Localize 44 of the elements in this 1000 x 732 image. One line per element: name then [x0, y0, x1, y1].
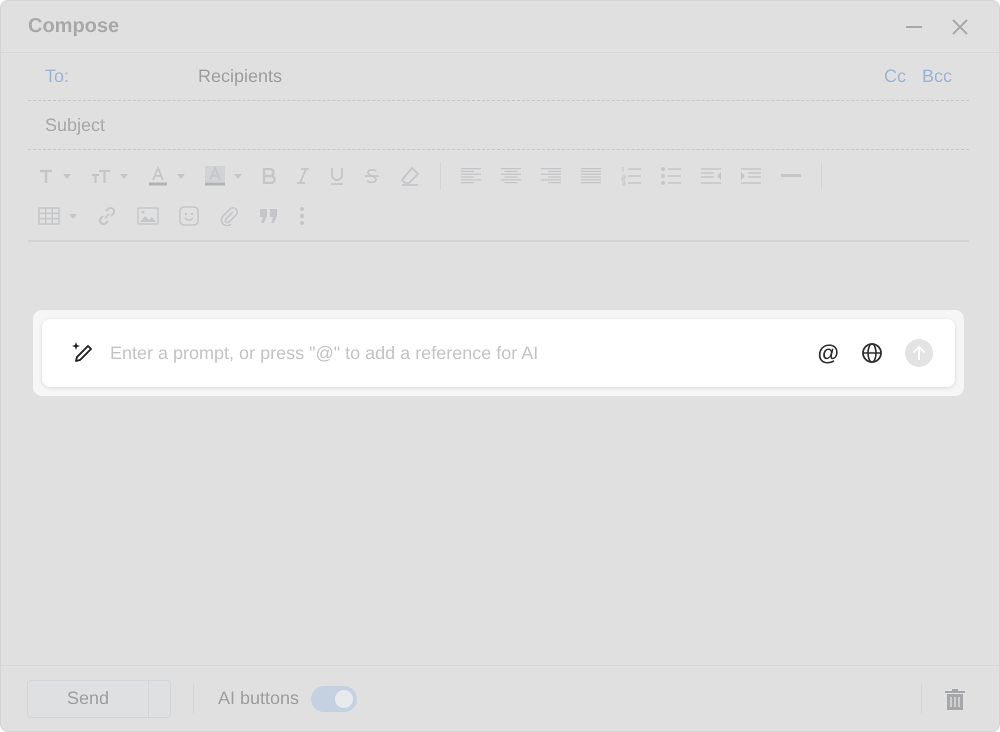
paperclip-icon[interactable] [219, 206, 239, 226]
underline-icon[interactable] [330, 167, 344, 185]
caret-icon[interactable] [234, 174, 242, 178]
bullet-list-icon[interactable] [661, 167, 681, 185]
table-icon[interactable] [38, 207, 60, 225]
send-button[interactable]: Send [27, 680, 171, 718]
outdent-icon[interactable] [701, 168, 721, 184]
align-center-icon[interactable] [501, 168, 521, 184]
caret-icon[interactable] [177, 174, 185, 178]
ai-buttons-label: AI buttons [218, 688, 300, 709]
align-right-icon[interactable] [541, 168, 561, 184]
font-icon[interactable] [38, 168, 54, 184]
magic-wand-icon [70, 341, 94, 365]
subject-field[interactable]: Subject [45, 114, 277, 136]
send-arrow-button[interactable] [905, 339, 933, 367]
trash-icon[interactable] [944, 686, 966, 710]
numbered-list-icon[interactable] [621, 166, 641, 186]
to-label: To: [45, 66, 70, 87]
ai-buttons-toggle[interactable] [311, 686, 358, 712]
close-icon[interactable] [951, 18, 969, 36]
strikethrough-icon[interactable] [364, 168, 380, 184]
mention-button[interactable]: @ [818, 340, 839, 366]
caret-icon[interactable] [120, 174, 128, 178]
indent-icon[interactable] [741, 168, 761, 184]
link-icon[interactable] [97, 206, 117, 226]
ai-prompt-field[interactable]: Enter a prompt, or press "@" to add a reference for AI @ [42, 319, 955, 387]
emoji-icon[interactable] [179, 206, 199, 226]
italic-icon[interactable] [296, 168, 310, 184]
caret-icon[interactable] [63, 174, 71, 178]
caret-icon[interactable] [69, 214, 77, 218]
font-size-icon[interactable] [91, 168, 111, 184]
more-icon[interactable] [299, 206, 305, 226]
highlight-color-icon[interactable] [205, 166, 225, 186]
recipients-field[interactable]: Recipients [198, 66, 868, 87]
align-left-icon[interactable] [461, 168, 481, 184]
bcc-link[interactable]: Bcc [922, 66, 952, 87]
cc-link[interactable]: Cc [884, 66, 906, 87]
quote-icon[interactable] [259, 208, 279, 224]
image-icon[interactable] [137, 207, 159, 225]
eraser-icon[interactable] [400, 166, 420, 186]
text-color-icon[interactable] [148, 166, 168, 186]
justify-icon[interactable] [581, 168, 601, 184]
bold-icon[interactable] [262, 168, 276, 184]
globe-icon[interactable] [861, 342, 883, 364]
